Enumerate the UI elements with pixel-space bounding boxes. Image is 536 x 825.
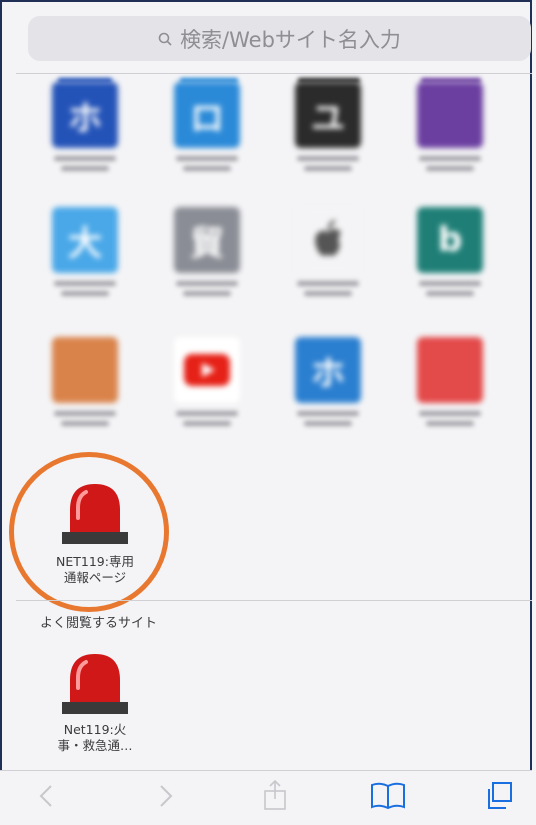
search-bar[interactable]: 検索/Webサイト名入力 (28, 16, 531, 61)
blurred-favorite-1-caption (45, 156, 125, 171)
blurred-favorite-11-caption (288, 411, 368, 426)
tabs-icon[interactable] (484, 781, 514, 811)
frequent-net119[interactable]: Net119:火 事・救急通… (45, 648, 145, 754)
blurred-favorite-12[interactable] (395, 337, 505, 431)
share-icon[interactable] (262, 779, 288, 811)
blurred-favorite-9-image (52, 337, 118, 403)
search-placeholder: 検索/Webサイト名入力 (180, 27, 401, 52)
divider (16, 73, 532, 74)
blurred-favorite-6-caption (167, 281, 247, 296)
blurred-favorite-bing-caption (410, 281, 490, 296)
blurred-favorite-apple-image (295, 207, 361, 273)
frequent-net119-label-2: 事・救急通… (57, 738, 133, 753)
siren-icon (62, 484, 128, 544)
back-icon[interactable] (38, 783, 54, 809)
siren-icon (62, 654, 128, 714)
blurred-favorite-youtube[interactable] (152, 337, 262, 431)
blurred-favorite-12-image (417, 337, 483, 403)
search-icon (158, 32, 172, 46)
bookmarks-icon[interactable] (370, 781, 406, 811)
blurred-favorite-bing[interactable]: b (395, 207, 505, 301)
blurred-favorite-3[interactable]: ユ (273, 82, 383, 176)
blurred-favorite-5-caption (45, 281, 125, 296)
blurred-favorite-1-image: ホ (52, 82, 118, 148)
blurred-favorite-youtube-caption (167, 411, 247, 426)
blurred-favorite-youtube-image (174, 337, 240, 403)
favorite-net119[interactable]: NET119:専用 通報ページ (45, 478, 145, 586)
blurred-favorite-11[interactable]: ホ (273, 337, 383, 431)
blurred-favorite-4-caption (410, 156, 490, 171)
blurred-favorite-bing-image: b (417, 207, 483, 273)
blurred-favorite-6[interactable]: 貿 (152, 207, 262, 301)
divider (16, 600, 532, 601)
blurred-favorite-2-caption (167, 156, 247, 171)
blurred-favorite-2[interactable]: ロ (152, 82, 262, 176)
blurred-favorite-apple[interactable] (273, 207, 383, 301)
blurred-favorite-6-image: 貿 (174, 207, 240, 273)
frequent-net119-label-1: Net119:火 (63, 722, 127, 737)
blurred-favorite-2-image: ロ (174, 82, 240, 148)
blurred-favorite-5-image: 大 (52, 207, 118, 273)
blurred-favorite-11-image: ホ (295, 337, 361, 403)
blurred-favorite-12-caption (410, 411, 490, 426)
blurred-favorite-3-caption (288, 156, 368, 171)
blurred-favorite-4-image (417, 82, 483, 148)
blurred-favorite-9[interactable] (30, 337, 140, 431)
blurred-favorite-1[interactable]: ホ (30, 82, 140, 176)
frequent-sites-title: よく閲覧するサイト (40, 616, 158, 631)
blurred-favorite-apple-caption (288, 281, 368, 296)
blurred-favorite-3-image: ユ (295, 82, 361, 148)
blurred-favorite-5[interactable]: 大 (30, 207, 140, 301)
favorite-net119-label-1: NET119:専用 (56, 554, 134, 569)
bottom-toolbar (0, 770, 532, 822)
forward-icon[interactable] (158, 783, 174, 809)
blurred-favorite-4[interactable] (395, 82, 505, 176)
blurred-favorite-9-caption (45, 411, 125, 426)
favorite-net119-label-2: 通報ページ (63, 570, 127, 585)
